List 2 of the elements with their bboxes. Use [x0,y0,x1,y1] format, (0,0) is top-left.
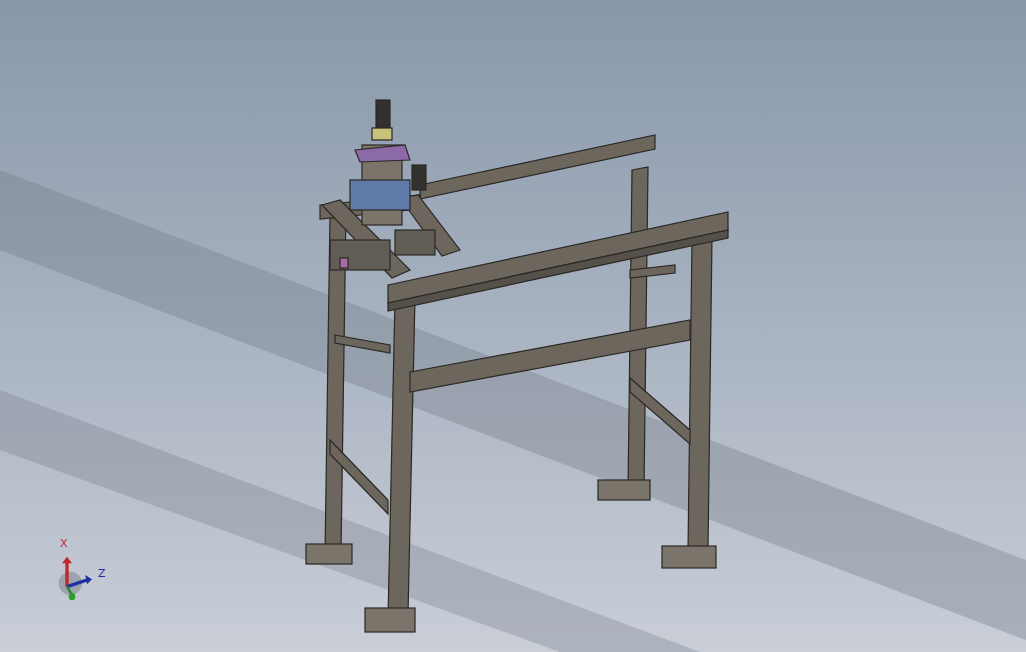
x-axis-label: X [60,538,68,550]
z-axis-label: Z [98,568,106,580]
